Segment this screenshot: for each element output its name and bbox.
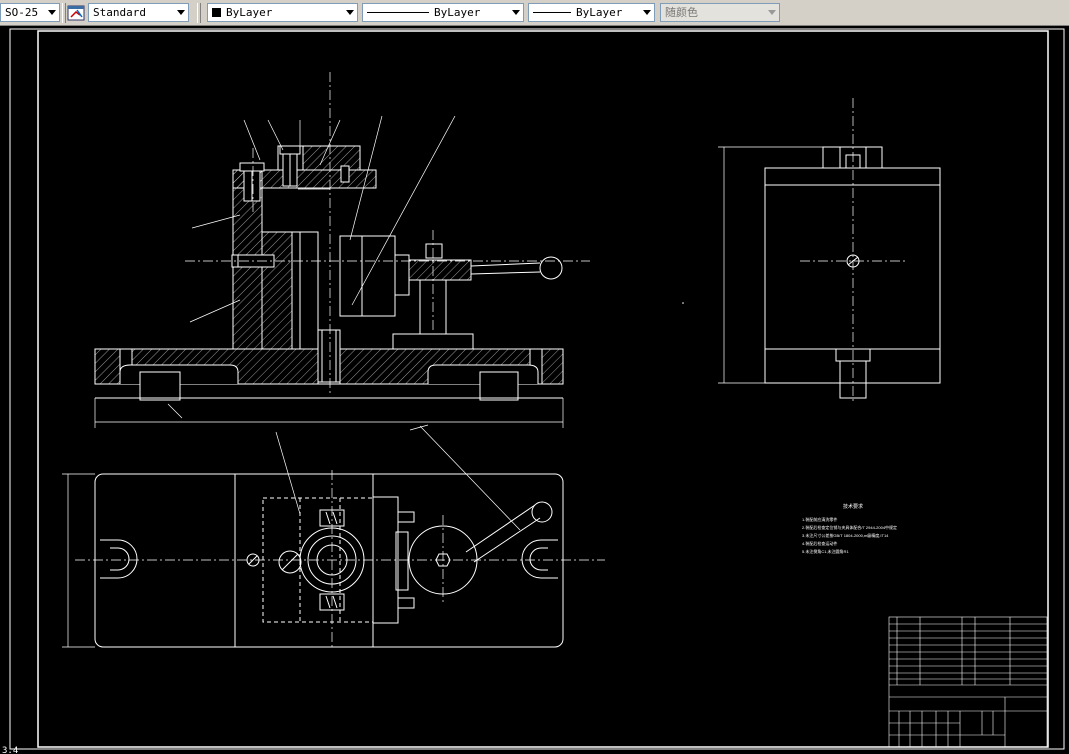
drawing-point xyxy=(682,302,684,304)
text-style-value: Standard xyxy=(93,6,146,19)
chevron-down-icon xyxy=(48,10,56,15)
support-plate xyxy=(291,231,319,350)
toolbar-grip[interactable] xyxy=(62,3,66,23)
tech-requirement-line: 4.装配后检查运动件 xyxy=(802,540,837,546)
linetype-value: ByLayer xyxy=(434,6,481,19)
color-control-dropdown[interactable]: ByLayer xyxy=(207,3,358,22)
tech-requirements-title: 技术要求 xyxy=(843,503,863,510)
drawing-canvas[interactable]: 技术要求 1.装配前应清洗零件 2.装配后检查定位销与夹具体配合/T 2944-… xyxy=(0,26,1069,754)
tech-requirement-line: 5.未注倒角C1,未注圆角R1 xyxy=(802,548,849,554)
color-swatch xyxy=(212,8,221,17)
tech-requirement-line: 2.装配后检查定位销与夹具体配合/T 2944-2004中规定 xyxy=(802,524,897,530)
linetype-sample xyxy=(367,12,429,13)
color-value: ByLayer xyxy=(226,6,273,19)
dimension-style-dropdown[interactable]: SO-25 xyxy=(0,3,60,22)
handle-knob xyxy=(539,256,563,280)
lineweight-value: ByLayer xyxy=(576,6,623,19)
text-style-dropdown[interactable]: Standard xyxy=(88,3,189,22)
lineweight-sample xyxy=(533,12,571,13)
chevron-down-icon xyxy=(177,10,185,15)
dimension-style-value: SO-25 xyxy=(5,6,39,19)
linetype-control-dropdown[interactable]: ByLayer xyxy=(362,3,524,22)
tech-requirement-line: 3.未注尺寸公差按GB/T 1804-2000,m级精度,IT14 xyxy=(802,532,889,538)
plot-style-value: 随颜色 xyxy=(665,6,698,19)
base-foot xyxy=(479,371,519,401)
base-foot xyxy=(139,371,181,401)
chevron-down-icon xyxy=(512,10,520,15)
plot-style-dropdown: 随颜色 xyxy=(660,3,780,22)
toolbar-grip[interactable] xyxy=(197,3,201,23)
chevron-down-icon xyxy=(346,10,354,15)
dimstyle-manager-icon[interactable] xyxy=(67,4,85,22)
cursor-label: 3.4 xyxy=(2,746,18,754)
lineweight-control-dropdown[interactable]: ByLayer xyxy=(528,3,655,22)
chevron-down-icon xyxy=(643,10,651,15)
properties-toolbar: SO-25 Standard ByLayer ByLayer ByLayer 随… xyxy=(0,0,1069,26)
tech-requirement-line: 1.装配前应清洗零件 xyxy=(802,516,837,522)
chevron-down-icon xyxy=(768,10,776,15)
